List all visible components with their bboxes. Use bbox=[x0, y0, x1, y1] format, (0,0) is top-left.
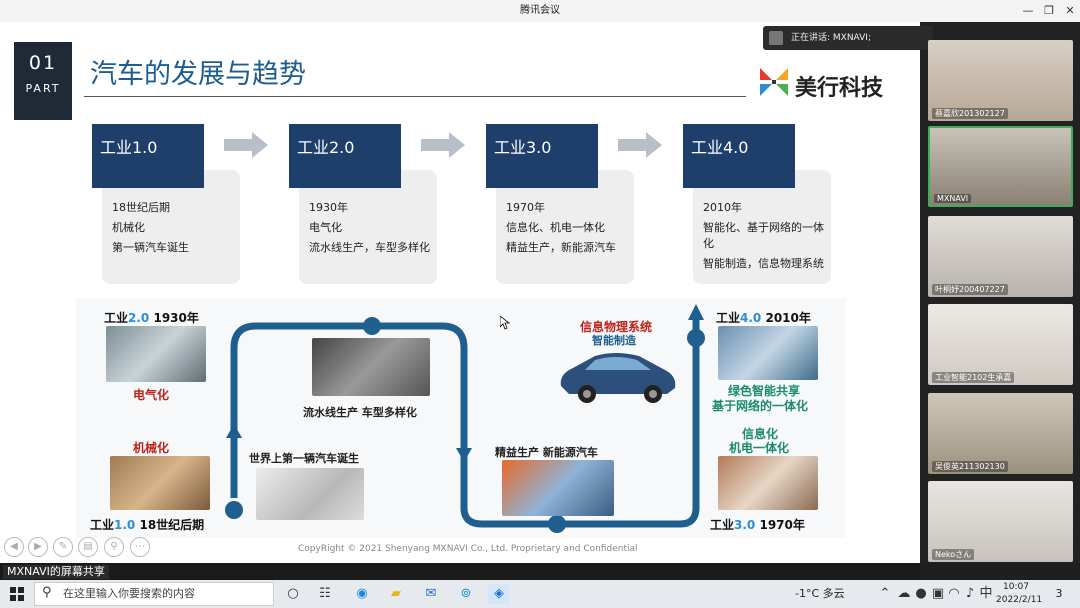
zoom-icon[interactable]: ⚲ bbox=[104, 537, 124, 557]
speaking-text: 正在讲话: MXNAVI; bbox=[791, 33, 871, 43]
widgets-icon[interactable]: ☷ bbox=[314, 584, 336, 604]
app-icon[interactable]: ⊚ bbox=[455, 584, 477, 604]
participant-tile[interactable]: 叶桐妤200407227 bbox=[928, 216, 1073, 297]
tablet-photo bbox=[718, 456, 818, 510]
participant-tile[interactable]: 蔡嘉欣201302127 bbox=[928, 40, 1073, 121]
stage-head-1: 工业1.0 bbox=[92, 124, 204, 188]
screen-share-label[interactable]: MXNAVI的屏幕共享 bbox=[3, 565, 109, 579]
stage-1-point: 机械化 bbox=[112, 221, 145, 234]
slides-icon[interactable]: ▤ bbox=[78, 537, 98, 557]
participant-name: 叶桐妤200407227 bbox=[932, 284, 1008, 295]
smart-factory-photo bbox=[718, 326, 818, 380]
part-box: 01 PART bbox=[14, 42, 72, 120]
ime-indicator[interactable]: 中 bbox=[975, 584, 997, 604]
participant-name: 蔡嘉欣201302127 bbox=[932, 108, 1008, 119]
era-label-1: 工业1.0 18世纪后期 bbox=[90, 518, 205, 532]
era-label-2: 工业2.0 1930年 bbox=[104, 311, 199, 325]
stage-1-point: 第一辆汽车诞生 bbox=[112, 241, 189, 254]
title-divider bbox=[84, 96, 746, 97]
participant-name: 工业智能2102生承嘉 bbox=[932, 372, 1015, 383]
first-car-label: 世界上第一辆汽车诞生 bbox=[249, 452, 359, 465]
speaker-avatar bbox=[769, 31, 783, 45]
stage-2-point: 电气化 bbox=[309, 221, 342, 234]
task-view-icon[interactable]: ○ bbox=[282, 584, 304, 604]
arrow-right-icon bbox=[421, 132, 465, 158]
era-label-3: 工业3.0 1970年 bbox=[710, 518, 805, 532]
stage-3-point: 精益生产，新能源汽车 bbox=[506, 241, 616, 254]
arrow-right-icon bbox=[618, 132, 662, 158]
stage-4-point: 2010年 bbox=[703, 201, 742, 214]
clock-time[interactable]: 10:07 bbox=[1003, 582, 1029, 592]
lean-production-label: 精益生产 新能源汽车 bbox=[495, 446, 598, 459]
participant-name: Nekoさん bbox=[932, 549, 975, 560]
stage-4-point: 智能化、基于网络的一体化 bbox=[703, 221, 824, 250]
mechanization-label: 机械化 bbox=[133, 441, 170, 455]
slide-title: 汽车的发展与趋势 bbox=[90, 59, 306, 90]
stage-head-2: 工业2.0 bbox=[289, 124, 401, 188]
window-title: 腾讯会议 bbox=[520, 5, 560, 16]
participant-name: 吴俊英211302130 bbox=[932, 461, 1008, 472]
electrification-photo bbox=[106, 326, 206, 382]
notification-count: 3 bbox=[1055, 587, 1063, 600]
arrow-right-icon bbox=[224, 132, 268, 158]
brand-name: 美行科技 bbox=[795, 76, 884, 101]
taskbar-search-input[interactable]: 在这里输入你要搜索的内容 bbox=[34, 582, 274, 606]
share-strip bbox=[0, 563, 920, 580]
close-button[interactable]: ✕ bbox=[1058, 0, 1080, 22]
edge-browser-icon[interactable]: ◉ bbox=[351, 584, 373, 604]
windows-start-icon[interactable] bbox=[10, 587, 24, 601]
network-integration-label: 基于网络的一体化 bbox=[712, 399, 809, 413]
search-icon: ⚲ bbox=[42, 585, 52, 600]
mechatronics-label: 机电一体化 bbox=[729, 441, 790, 455]
stage-3-point: 1970年 bbox=[506, 201, 545, 214]
mail-icon[interactable]: ✉ bbox=[420, 584, 442, 604]
tencent-meeting-icon[interactable]: ◈ bbox=[488, 584, 510, 604]
brand-logo-icon bbox=[760, 68, 788, 96]
participant-tile[interactable]: 吴俊英211302130 bbox=[928, 393, 1073, 474]
stage-3-point: 信息化、机电一体化 bbox=[506, 221, 605, 234]
stage-head-3: 工业3.0 bbox=[486, 124, 598, 188]
mechanization-photo bbox=[110, 456, 210, 510]
stage-1-point: 18世纪后期 bbox=[112, 201, 170, 214]
stage-2-point: 1930年 bbox=[309, 201, 348, 214]
stage-2-point: 流水线生产，车型多样化 bbox=[309, 241, 430, 254]
electrification-label: 电气化 bbox=[133, 388, 170, 402]
stage-head-4: 工业4.0 bbox=[683, 124, 795, 188]
shared-slide: 01 PART 汽车的发展与趋势 美行科技 18世纪后期 机械化 第一辆汽车诞生… bbox=[0, 22, 920, 563]
part-number: 01 bbox=[28, 52, 58, 74]
copyright-text: CopyRight © 2021 Shenyang MXNAVI Co., Lt… bbox=[298, 544, 638, 554]
notification-icon[interactable]: 3 bbox=[1050, 585, 1068, 603]
participant-tile[interactable]: Nekoさん bbox=[928, 481, 1073, 562]
stage-4-point: 智能制造，信息物理系统 bbox=[703, 257, 824, 270]
era-label-4: 工业4.0 2010年 bbox=[716, 311, 811, 325]
window-title-bar: 腾讯会议 — ❐ ✕ bbox=[0, 0, 1080, 22]
first-car-photo bbox=[256, 468, 364, 520]
assembly-line-label: 流水线生产 车型多样化 bbox=[303, 406, 417, 419]
participant-tile-active[interactable]: MXNAVI bbox=[928, 126, 1073, 207]
file-explorer-icon[interactable]: ▰ bbox=[385, 584, 407, 604]
speaking-indicator: 正在讲话: MXNAVI; bbox=[763, 26, 933, 50]
pen-icon[interactable]: ✎ bbox=[53, 537, 73, 557]
participant-tile[interactable]: 工业智能2102生承嘉 bbox=[928, 304, 1073, 385]
clock-date[interactable]: 2022/2/11 bbox=[996, 595, 1042, 605]
weather-status[interactable]: -1°C 多云 bbox=[795, 585, 845, 601]
mouse-cursor-icon bbox=[500, 316, 510, 330]
participant-name: MXNAVI bbox=[934, 194, 972, 203]
more-icon[interactable]: ⋯ bbox=[130, 537, 150, 557]
next-icon[interactable]: ▶ bbox=[28, 537, 48, 557]
smart-car-icon bbox=[560, 353, 676, 403]
previous-icon[interactable]: ◀ bbox=[4, 537, 24, 557]
lean-production-photo bbox=[502, 460, 614, 516]
part-word: PART bbox=[25, 82, 61, 95]
assembly-line-photo bbox=[312, 338, 430, 396]
